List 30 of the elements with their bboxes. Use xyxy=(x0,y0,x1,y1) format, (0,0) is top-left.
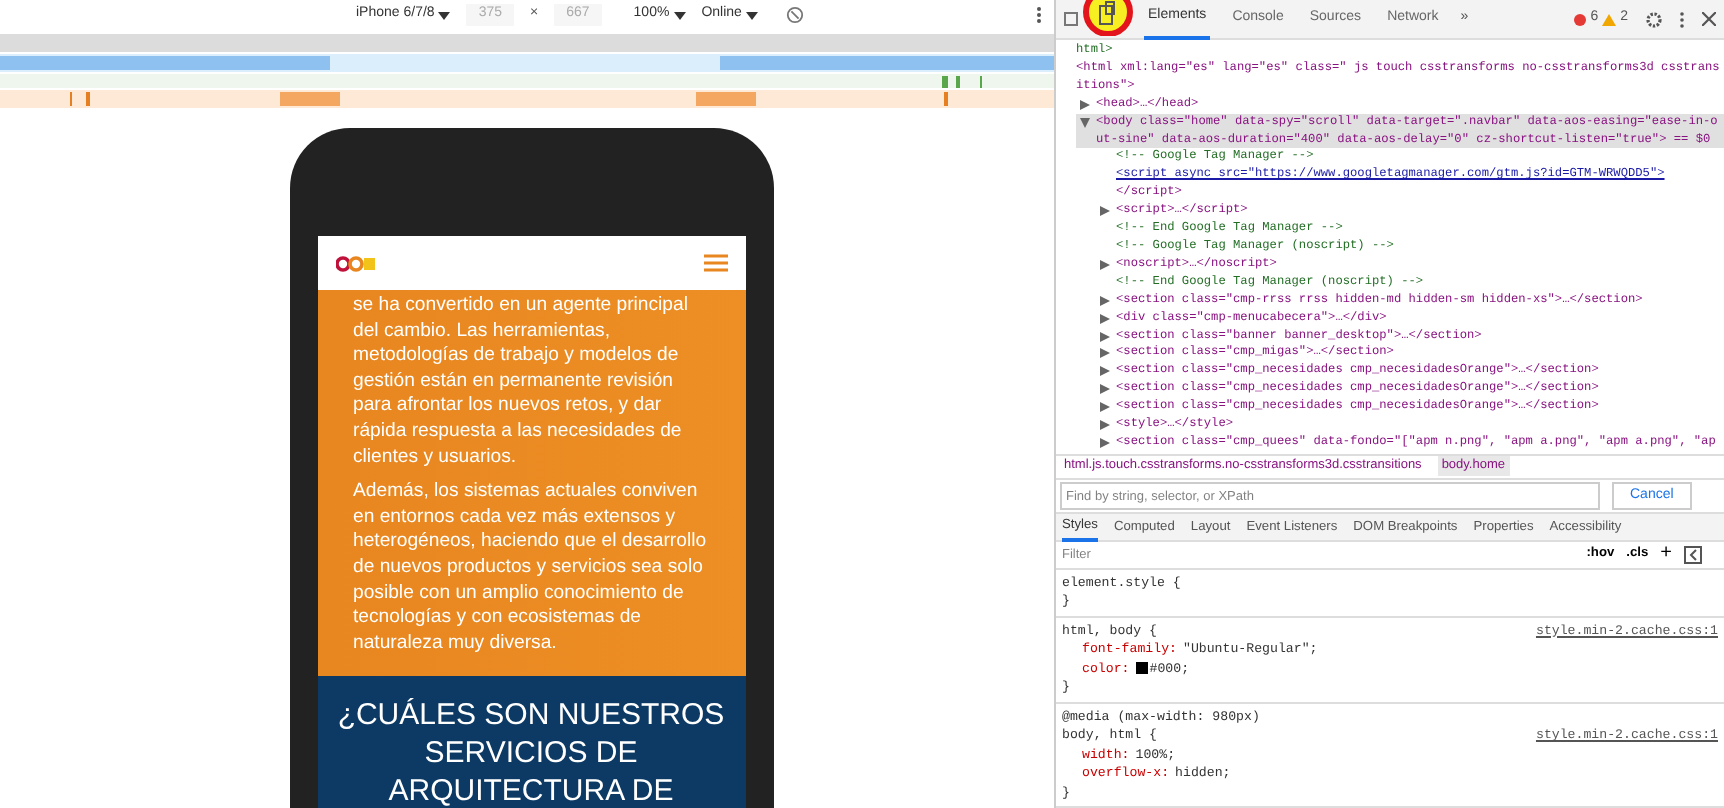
collapsed-arrow-icon[interactable] xyxy=(1100,313,1110,324)
error-icon xyxy=(1574,13,1587,25)
collapsed-arrow-icon[interactable] xyxy=(1100,366,1110,377)
caret-icon xyxy=(673,11,686,19)
collapsed-arrow-icon[interactable] xyxy=(1100,437,1110,448)
new-rule-button[interactable]: + xyxy=(1660,544,1672,565)
warning-icon xyxy=(1602,13,1617,25)
settings-icon[interactable] xyxy=(1646,11,1662,27)
caret-icon xyxy=(745,11,758,19)
collapsed-arrow-icon[interactable] xyxy=(1100,331,1110,341)
collapsed-arrow-icon[interactable] xyxy=(1100,295,1110,306)
collapsed-arrow-icon[interactable] xyxy=(1100,348,1110,359)
body-paragraph: Además, los sistemas actuales conviven en entornos cada vez más extensos y heterogéneos, haciendo que el desarrollo de nuevos productos y servicios sea solo posible con un amplio conocimiento de tecnologías y con ecosistemas de naturaleza muy diversa. xyxy=(353,480,709,657)
color-swatch[interactable] xyxy=(1135,662,1148,675)
close-icon[interactable] xyxy=(1702,12,1716,26)
caret-icon xyxy=(438,11,451,19)
collapsed-arrow-icon[interactable] xyxy=(1100,384,1110,395)
collapsed-arrow-icon[interactable] xyxy=(1080,99,1090,110)
collapsed-arrow-icon[interactable] xyxy=(1100,420,1110,431)
section-heading: ¿CUÁLES SON NUESTROS SERVICIOS DE ARQUITECTURA DE xyxy=(335,696,727,808)
more-icon[interactable] xyxy=(1036,6,1042,24)
logo-icon[interactable] xyxy=(335,255,375,271)
inspect-icon[interactable] xyxy=(1064,11,1080,27)
menu-icon[interactable] xyxy=(703,254,727,272)
expanded-arrow-icon[interactable] xyxy=(1080,117,1090,128)
sidebar-toggle-icon[interactable] xyxy=(1684,545,1702,564)
collapsed-arrow-icon[interactable] xyxy=(1100,259,1110,270)
collapsed-arrow-icon[interactable] xyxy=(1100,206,1110,217)
body-paragraph: se ha convertido en un agente principal del cambio. Las herramientas, metodologías de trabajo y modelos de gestión están en permanente revisión para afrontar los nuevos retos, y dar rápida respuesta a las necesidades de clientes y usuarios. xyxy=(353,294,690,471)
collapsed-arrow-icon[interactable] xyxy=(1100,402,1110,413)
